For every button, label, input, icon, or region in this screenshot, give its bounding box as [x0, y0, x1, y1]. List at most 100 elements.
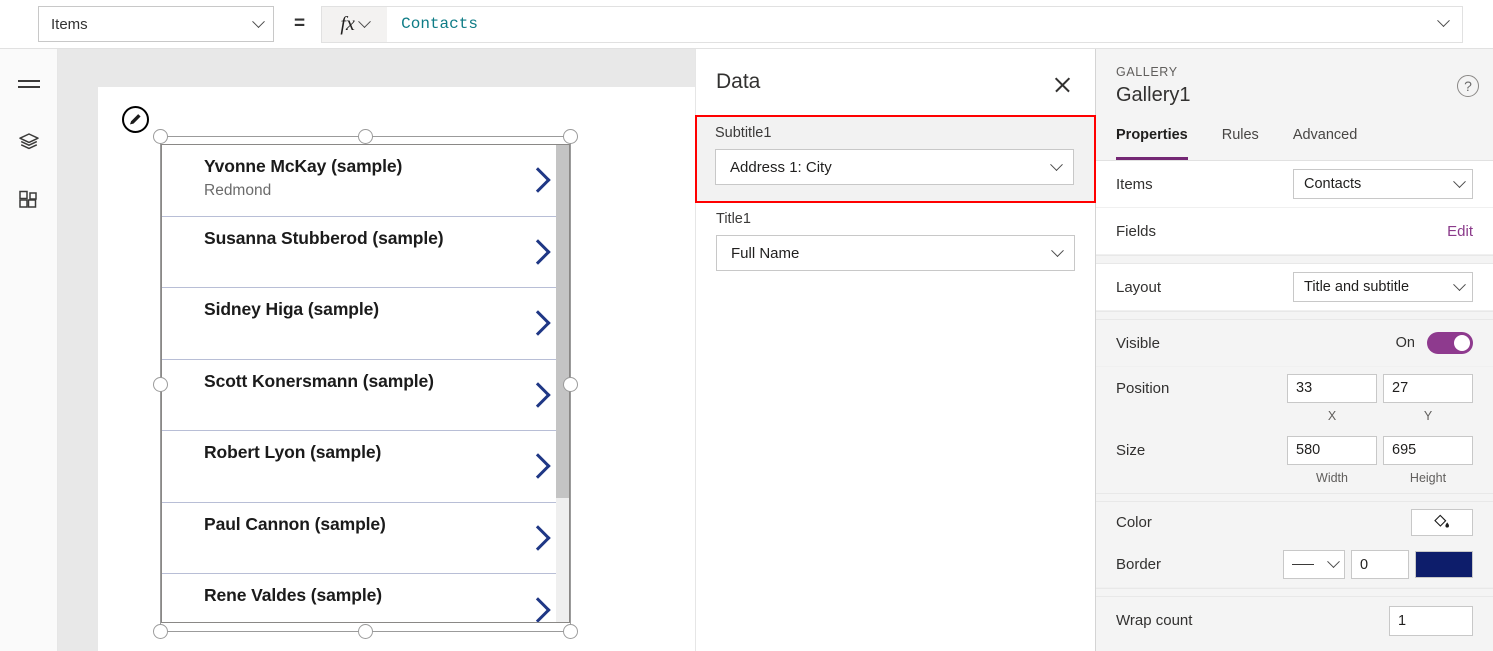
- size-label: Size: [1116, 441, 1146, 459]
- properties-panel: GALLERY Gallery1 ? Properties Rules Advanc…: [1096, 49, 1493, 651]
- formula-bar: Items = fx Contacts: [0, 0, 1493, 49]
- gallery-item[interactable]: Scott Konersmann (sample): [162, 359, 569, 431]
- menu-icon[interactable]: [14, 69, 44, 99]
- close-icon[interactable]: [1047, 69, 1077, 99]
- data-field-dropdown[interactable]: Full Name: [716, 235, 1075, 271]
- chevron-down-icon: [1050, 157, 1063, 171]
- position-y-caption: Y: [1423, 409, 1433, 423]
- formula-expand-chevron-icon[interactable]: [1437, 14, 1450, 33]
- size-height-caption: Height: [1409, 471, 1447, 485]
- visible-label: Visible: [1116, 334, 1160, 352]
- gallery-item[interactable]: Yvonne McKay (sample) Redmond: [162, 145, 569, 217]
- border-style-dropdown[interactable]: [1283, 550, 1345, 579]
- resize-handle-s[interactable]: [358, 624, 373, 639]
- gallery-item[interactable]: Susanna Stubberod (sample): [162, 216, 569, 288]
- app-screen: Yvonne McKay (sample) Redmond Susanna Stub…: [98, 87, 695, 651]
- paint-bucket-icon: [1434, 514, 1449, 528]
- row-fields: Fields Edit: [1096, 208, 1493, 255]
- gallery-scrollbar-thumb[interactable]: [556, 145, 569, 498]
- border-color-swatch[interactable]: [1415, 551, 1473, 578]
- gallery-item-title: Paul Cannon (sample): [204, 513, 386, 534]
- close-glyph: [1053, 75, 1072, 94]
- layout-dropdown[interactable]: Title and subtitle: [1293, 272, 1473, 302]
- fx-button[interactable]: fx: [321, 5, 388, 43]
- gallery-item[interactable]: Sidney Higa (sample): [162, 288, 569, 360]
- hamburger-glyph: [18, 76, 40, 92]
- fields-edit-link[interactable]: Edit: [1447, 223, 1473, 240]
- edit-pencil-icon[interactable]: [122, 106, 149, 133]
- layout-dropdown-value: Title and subtitle: [1304, 279, 1410, 295]
- position-y-input[interactable]: 27: [1383, 373, 1473, 403]
- gallery-item-title: Scott Konersmann (sample): [204, 370, 434, 391]
- row-color: Color: [1096, 502, 1493, 542]
- property-selector[interactable]: Items: [38, 6, 274, 42]
- row-position: Position 33 27: [1096, 367, 1493, 409]
- gallery-items: Yvonne McKay (sample) Redmond Susanna Stub…: [162, 145, 569, 622]
- control-name-label: Gallery1: [1116, 84, 1191, 106]
- section-divider: [1096, 311, 1493, 320]
- size-width-caption: Width: [1316, 471, 1348, 485]
- tab-advanced[interactable]: Advanced: [1293, 127, 1358, 160]
- properties-tabs: Properties Rules Advanced: [1096, 127, 1493, 161]
- data-field-dropdown[interactable]: Address 1: City: [715, 149, 1074, 185]
- gallery-control[interactable]: Yvonne McKay (sample) Redmond Susanna Stub…: [161, 144, 570, 623]
- gallery-item-title: Sidney Higa (sample): [204, 299, 379, 319]
- data-field-value: Full Name: [731, 244, 800, 262]
- help-icon[interactable]: ?: [1457, 75, 1479, 97]
- items-dropdown-value: Contacts: [1304, 176, 1362, 192]
- position-x-input[interactable]: 33: [1287, 373, 1377, 403]
- data-panel: Data Subtitle1 Address 1: City Title1 Full …: [695, 49, 1096, 651]
- color-picker-button[interactable]: [1411, 508, 1473, 536]
- gallery-item-subtitle: Redmond: [204, 182, 272, 199]
- wrap-count-input[interactable]: 1: [1389, 605, 1473, 636]
- visible-toggle[interactable]: [1427, 332, 1473, 354]
- row-visible: Visible On: [1096, 320, 1493, 367]
- layout-label: Layout: [1116, 278, 1162, 296]
- row-items: Items Contacts: [1096, 161, 1493, 208]
- data-panel-header: Data: [696, 49, 1095, 115]
- data-field-value: Address 1: City: [730, 158, 832, 176]
- resize-handle-se[interactable]: [563, 624, 578, 639]
- row-layout: Layout Title and subtitle: [1096, 264, 1493, 311]
- tab-properties[interactable]: Properties: [1116, 127, 1188, 160]
- fx-icon: fx: [340, 12, 355, 35]
- size-height-input[interactable]: 695: [1383, 435, 1473, 465]
- resize-handle-ne[interactable]: [563, 129, 578, 144]
- chevron-down-icon: [1051, 243, 1064, 257]
- visible-state-label: On: [1395, 335, 1415, 351]
- formula-input[interactable]: Contacts: [387, 5, 1463, 43]
- properties-panel-header: GALLERY Gallery1 ?: [1096, 49, 1493, 127]
- tab-rules[interactable]: Rules: [1222, 127, 1259, 160]
- color-label: Color: [1116, 513, 1152, 531]
- section-divider: [1096, 255, 1493, 264]
- property-selector-value: Items: [51, 15, 88, 33]
- control-type-label: GALLERY: [1116, 65, 1178, 79]
- chevron-down-icon: [357, 14, 371, 28]
- layers-glyph: [19, 133, 39, 150]
- left-rail: [0, 49, 58, 651]
- border-style-line-icon: [1292, 563, 1314, 566]
- data-field-label: Subtitle1: [715, 125, 772, 141]
- wrap-count-label: Wrap count: [1116, 612, 1193, 629]
- gallery-item[interactable]: Robert Lyon (sample): [162, 431, 569, 503]
- resize-handle-sw[interactable]: [153, 624, 168, 639]
- data-field-group: Title1 Full Name: [696, 203, 1095, 285]
- gallery-scrollbar[interactable]: [556, 145, 569, 622]
- power-apps-studio: Items = fx Contacts Yvonne McKay (sample…: [0, 0, 1493, 651]
- row-border: Border 0: [1096, 542, 1493, 588]
- data-panel-fields: Subtitle1 Address 1: City Title1 Full Name: [695, 115, 1096, 285]
- resize-handle-n[interactable]: [358, 129, 373, 144]
- tree-view-icon[interactable]: [14, 127, 44, 157]
- size-width-input[interactable]: 580: [1287, 435, 1377, 465]
- gallery-item[interactable]: Rene Valdes (sample): [162, 574, 569, 622]
- chevron-down-icon: [1453, 277, 1466, 291]
- gallery-item-title: Rene Valdes (sample): [204, 585, 382, 605]
- items-dropdown[interactable]: Contacts: [1293, 169, 1473, 199]
- gallery-item[interactable]: Paul Cannon (sample): [162, 502, 569, 574]
- section-divider: [1096, 493, 1493, 502]
- gallery-item-title: Yvonne McKay (sample): [204, 156, 403, 176]
- insert-icon[interactable]: [14, 187, 44, 217]
- gallery-item-title: Robert Lyon (sample): [204, 442, 382, 462]
- resize-handle-nw[interactable]: [153, 129, 168, 144]
- border-thickness-input[interactable]: 0: [1351, 550, 1409, 579]
